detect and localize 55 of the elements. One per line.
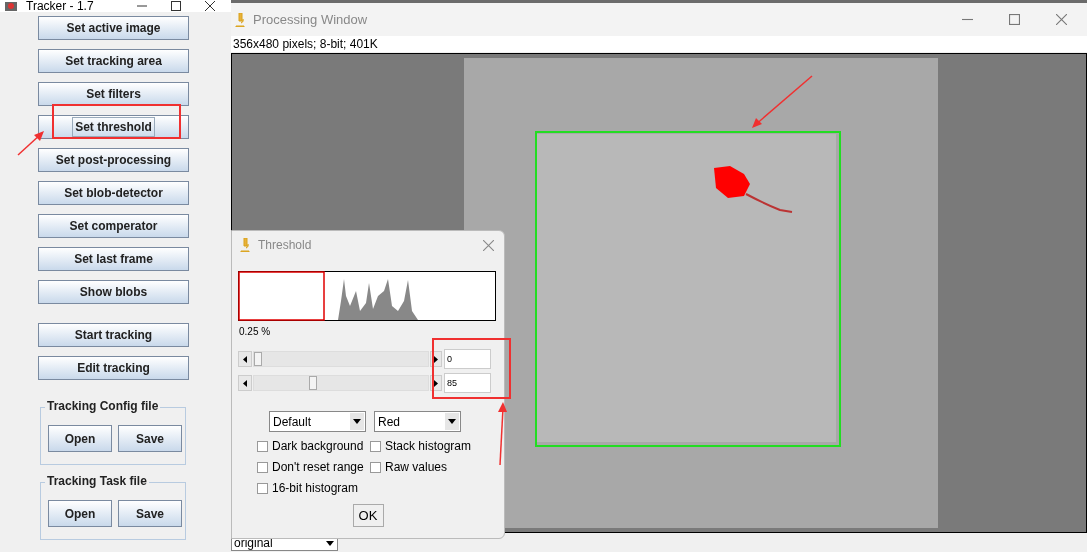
scroll-left-button[interactable] xyxy=(238,351,252,367)
tool-button[interactable]: Start tracking xyxy=(38,323,189,347)
file-button[interactable]: Save xyxy=(118,425,182,452)
tool-button[interactable]: Edit tracking xyxy=(38,356,189,380)
group-title: Tracking Task file xyxy=(45,475,149,487)
value-field[interactable]: 0 xyxy=(444,349,491,369)
microscope-icon xyxy=(235,12,245,27)
left-arrow-icon xyxy=(243,379,247,387)
checkbox[interactable] xyxy=(370,440,381,452)
window-title: Processing Window xyxy=(253,10,368,29)
value-field[interactable]: 85 xyxy=(444,373,491,393)
maximize-icon[interactable] xyxy=(171,1,181,11)
checkbox-row[interactable]: Stack histogram xyxy=(370,440,504,452)
file-button[interactable]: Save xyxy=(118,500,182,527)
file-button[interactable]: Open xyxy=(48,425,112,452)
group-title: Tracking Config file xyxy=(45,400,161,412)
caret-icon xyxy=(448,419,456,424)
tool-button[interactable]: Set comperator xyxy=(38,214,189,238)
image-info: 356x480 pixels; 8-bit; 401K xyxy=(233,38,378,50)
checkbox[interactable] xyxy=(257,440,268,452)
checkbox-row[interactable]: Raw values xyxy=(370,461,504,473)
checkbox-row[interactable]: Dark background xyxy=(257,440,370,452)
mode-dropdown[interactable]: Red xyxy=(374,411,461,432)
window-title: Tracker - 1.7 xyxy=(26,0,94,12)
annotation-arrow xyxy=(750,74,814,130)
close-icon[interactable] xyxy=(205,1,215,11)
microscope-icon xyxy=(240,238,250,252)
ok-button[interactable]: OK xyxy=(352,504,384,527)
checkbox-row[interactable]: 16-bit histogram xyxy=(257,482,370,494)
tool-button[interactable]: Set threshold xyxy=(38,115,189,139)
checkbox-row[interactable]: Don't reset range xyxy=(257,461,370,473)
caret-icon xyxy=(353,419,361,424)
percent-label: 0.25 % xyxy=(239,327,272,337)
tool-button[interactable]: Set blob-detector xyxy=(38,181,189,205)
method-dropdown[interactable]: Default xyxy=(269,411,366,432)
annotation-arrow xyxy=(17,130,45,156)
tool-button[interactable]: Show blobs xyxy=(38,280,189,304)
checkbox[interactable] xyxy=(370,461,381,473)
slider-thumb[interactable] xyxy=(309,376,318,390)
scroll-left-button[interactable] xyxy=(238,375,252,391)
annotation-arrow xyxy=(496,402,508,466)
app-icon xyxy=(4,0,18,12)
tool-button[interactable]: Set last frame xyxy=(38,247,189,271)
dialog-title: Threshold xyxy=(258,237,312,254)
file-button[interactable]: Open xyxy=(48,500,112,527)
tool-button[interactable]: Set tracking area xyxy=(38,49,189,73)
checkbox[interactable] xyxy=(257,461,268,473)
right-arrow-icon xyxy=(434,355,438,363)
right-arrow-icon xyxy=(434,379,438,387)
tool-button[interactable]: Set active image xyxy=(38,16,189,40)
slider-thumb[interactable] xyxy=(254,352,262,366)
checkbox[interactable] xyxy=(257,482,268,494)
tool-button[interactable]: Set post-processing xyxy=(38,148,189,172)
left-arrow-icon xyxy=(243,355,247,363)
tool-button[interactable]: Set filters xyxy=(38,82,189,106)
